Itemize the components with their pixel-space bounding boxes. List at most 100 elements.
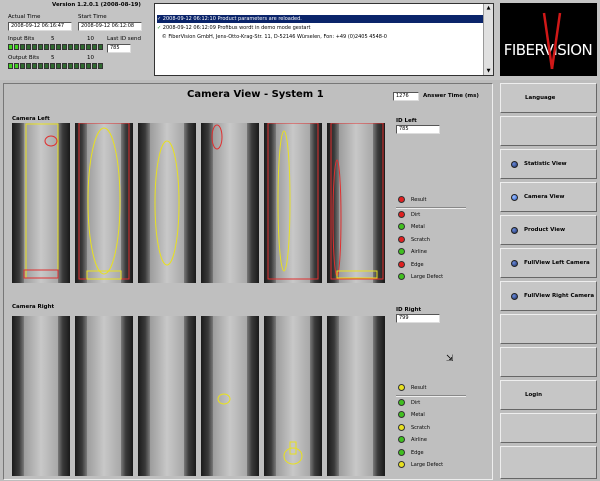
- camera-image-tile[interactable]: [138, 316, 196, 476]
- log-scrollbar[interactable]: ▲ ▼: [483, 4, 493, 75]
- camera-right-label: Camera Right: [12, 304, 55, 310]
- status-label: Scratch: [411, 236, 430, 243]
- status-led-icon: [398, 384, 405, 391]
- bit-indicator: [26, 44, 31, 50]
- empty-button[interactable]: [500, 116, 597, 146]
- mouse-cursor-icon: ⇲: [446, 354, 454, 364]
- defect-overlay: [138, 316, 196, 476]
- bit-indicator: [68, 44, 73, 50]
- actual-time-label: Actual Time: [8, 14, 41, 20]
- camera-image-tile[interactable]: [327, 316, 385, 476]
- bit-indicator: [8, 44, 13, 50]
- fullview-right-button[interactable]: FullView Right Camera: [500, 281, 597, 311]
- status-label: Dirt: [411, 399, 421, 406]
- output-bits-marker-10: 10: [87, 55, 94, 61]
- status-led-icon: [398, 260, 405, 268]
- defect-overlay: [330, 123, 384, 280]
- output-bits-label: Output Bits: [8, 55, 40, 61]
- bit-indicator: [50, 44, 55, 50]
- answer-time-field: 1276: [393, 92, 419, 101]
- product-view-button[interactable]: Product View: [500, 215, 597, 245]
- id-right-label: ID Right: [396, 307, 422, 313]
- status-label: Result: [411, 385, 427, 391]
- defect-overlay: [78, 123, 130, 280]
- last-id-send-label: Last ID send: [107, 36, 142, 42]
- input-bits-label: Input Bits: [8, 36, 35, 42]
- scroll-up-icon[interactable]: ▲: [484, 4, 493, 12]
- status-led-icon: [398, 448, 405, 456]
- bit-indicator: [32, 44, 37, 50]
- status-led-icon: [398, 210, 405, 218]
- input-bits-marker-5: 5: [51, 36, 55, 42]
- bit-indicator: [56, 44, 61, 50]
- bit-indicator: [80, 63, 85, 69]
- status-label: Edge: [411, 261, 424, 268]
- status-dot-icon: [511, 160, 518, 168]
- defect-overlay: [23, 123, 59, 279]
- version-label: Version 1.2.0.1 (2008-08-19): [52, 2, 141, 8]
- fullview-left-button[interactable]: FullView Left Camera: [500, 248, 597, 278]
- camera-view-panel: Camera View - System 1 1276 Answer Time …: [3, 83, 493, 480]
- input-bits-marker-10: 10: [87, 36, 94, 42]
- statistic-view-button[interactable]: Statistic View: [500, 149, 597, 179]
- empty-button[interactable]: [500, 314, 597, 344]
- status-led-icon: [398, 273, 405, 280]
- camera-image-tile[interactable]: [201, 123, 259, 283]
- empty-button[interactable]: [500, 446, 597, 479]
- login-button[interactable]: Login: [500, 380, 597, 410]
- camera-image-tile[interactable]: [264, 123, 322, 283]
- bit-indicator: [62, 63, 67, 69]
- bit-indicator: [38, 44, 43, 50]
- status-label: Airline: [411, 437, 427, 443]
- bit-indicator: [32, 63, 37, 69]
- empty-button[interactable]: [500, 413, 597, 443]
- camera-image-tile[interactable]: [75, 123, 133, 283]
- bit-indicator: [86, 63, 91, 69]
- status-label: Large Defect: [411, 462, 444, 468]
- camera-image-tile[interactable]: [327, 123, 385, 283]
- camera-image-tile[interactable]: [201, 316, 259, 476]
- camera-image-tile[interactable]: [12, 316, 70, 476]
- status-led-icon: [398, 411, 405, 418]
- bit-indicator: [44, 44, 49, 50]
- logo-mark: FIBERVISION: [504, 12, 593, 70]
- scroll-down-icon[interactable]: ▼: [484, 67, 493, 75]
- status-led-icon: [398, 235, 405, 243]
- status-label: Edge: [411, 449, 424, 456]
- log-line[interactable]: ✓ 2008-09-12 06:12:09 Profibus wordt in …: [157, 24, 483, 32]
- camera-image-tile[interactable]: [75, 316, 133, 476]
- message-log[interactable]: ✓ 2008-09-12 06:12:10 Product parameters…: [154, 3, 494, 76]
- bit-indicator: [98, 63, 103, 69]
- empty-button[interactable]: [500, 347, 597, 377]
- page-title: Camera View - System 1: [187, 89, 324, 100]
- defect-overlay: [327, 316, 385, 476]
- log-line[interactable]: © FiberVision GmbH, Jens-Otto-Krag-Str. …: [157, 33, 483, 41]
- id-left-field: 785: [396, 125, 440, 134]
- defect-overlay: [217, 393, 231, 405]
- status-led-icon: [398, 196, 405, 203]
- status-led-icon: [398, 223, 405, 230]
- status-label: Metal: [411, 412, 425, 418]
- divider: [396, 395, 466, 397]
- status-led-icon: [398, 436, 405, 443]
- bit-indicator: [68, 63, 73, 69]
- last-id-send-field: 785: [107, 44, 131, 53]
- language-button[interactable]: Language: [500, 83, 597, 113]
- camera-image-tile[interactable]: [138, 123, 196, 283]
- status-label: Result: [411, 197, 427, 203]
- defect-overlay: [283, 441, 303, 465]
- camera-image-tile[interactable]: [264, 316, 322, 476]
- log-line[interactable]: ✓ 2008-09-12 06:12:10 Product parameters…: [157, 15, 483, 23]
- defect-overlay: [267, 123, 319, 280]
- divider: [396, 207, 466, 209]
- start-time-label: Start Time: [78, 14, 107, 20]
- bit-indicator: [8, 63, 13, 69]
- bit-indicator: [86, 44, 91, 50]
- camera-view-button[interactable]: Camera View: [500, 182, 597, 212]
- id-right-field: 799: [396, 314, 440, 323]
- defect-overlay: [75, 316, 133, 476]
- status-led-icon: [398, 398, 405, 406]
- camera-image-tile[interactable]: [12, 123, 70, 283]
- status-label: Large Defect: [411, 274, 444, 280]
- status-dot-icon: [511, 226, 518, 234]
